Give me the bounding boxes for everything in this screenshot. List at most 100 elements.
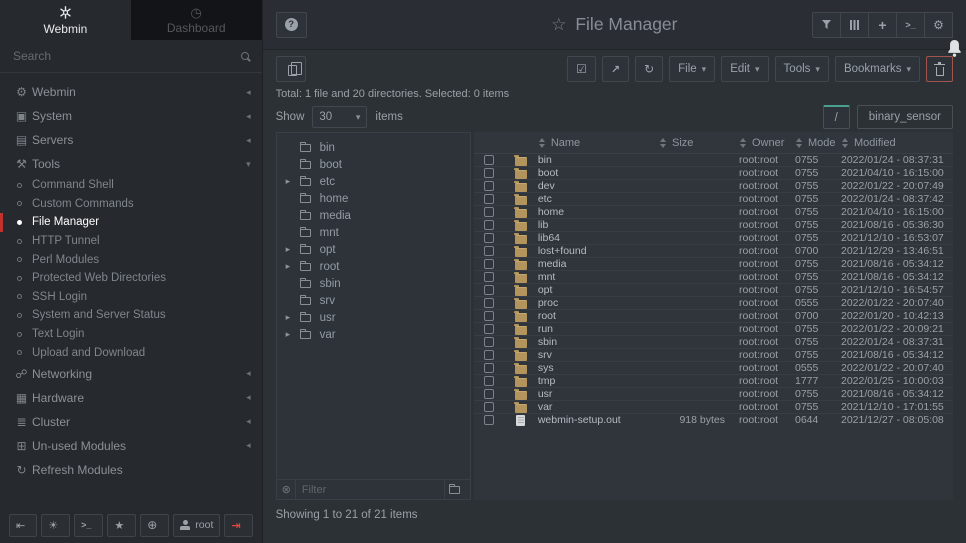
row-checkbox[interactable] — [484, 415, 494, 425]
row-checkbox[interactable] — [484, 285, 494, 295]
filter-button[interactable] — [812, 12, 841, 38]
row-name[interactable]: proc — [538, 297, 659, 309]
sync-button[interactable] — [635, 56, 663, 82]
row-name[interactable]: webmin-setup.out — [538, 414, 659, 426]
sidebar-item-webmin[interactable]: Webmin — [0, 80, 262, 104]
row-checkbox[interactable] — [484, 259, 494, 269]
row-name[interactable]: lib — [538, 219, 659, 231]
table-row-bin[interactable]: bin root:root 0755 2022/01/24 - 08:37:31 — [474, 154, 953, 166]
footer-button-root[interactable]: root — [173, 514, 220, 537]
sort-icon[interactable] — [795, 138, 803, 148]
sidebar-item-tools[interactable]: Tools — [0, 152, 262, 176]
tree-item-sbin[interactable]: sbin — [277, 275, 470, 292]
favorite-star-icon[interactable]: ☆ — [551, 15, 566, 35]
sidebar-item-custom-commands[interactable]: Custom Commands — [0, 195, 262, 214]
row-checkbox[interactable] — [484, 311, 494, 321]
select-all-button[interactable] — [567, 56, 596, 82]
table-row-usr[interactable]: usr root:root 0755 2021/08/16 - 05:34:12 — [474, 387, 953, 400]
tree-item-home[interactable]: home — [277, 190, 470, 207]
row-name[interactable]: mnt — [538, 271, 659, 283]
row-checkbox[interactable] — [484, 246, 494, 256]
column-mode[interactable]: Mode — [795, 137, 841, 149]
sidebar-item-protected-web-directories[interactable]: Protected Web Directories — [0, 269, 262, 288]
sort-icon[interactable] — [538, 138, 546, 148]
row-checkbox[interactable] — [484, 233, 494, 243]
row-checkbox[interactable] — [484, 207, 494, 217]
sidebar-item-servers[interactable]: Servers — [0, 128, 262, 152]
row-name[interactable]: sys — [538, 362, 659, 374]
row-name[interactable]: run — [538, 323, 659, 335]
table-row-home[interactable]: home root:root 0755 2021/04/10 - 16:15:0… — [474, 205, 953, 218]
sidebar-item-refresh-modules[interactable]: Refresh Modules — [0, 458, 262, 482]
row-name[interactable]: dev — [538, 180, 659, 192]
tree-item-bin[interactable]: bin — [277, 139, 470, 156]
clear-filter-icon[interactable]: ⊗ — [282, 483, 291, 496]
row-checkbox[interactable] — [484, 194, 494, 204]
expander-icon[interactable] — [286, 176, 297, 187]
row-checkbox[interactable] — [484, 220, 494, 230]
menu-button-tools[interactable]: Tools — [775, 56, 829, 82]
sidebar-item-system-and-server-status[interactable]: System and Server Status — [0, 306, 262, 325]
row-name[interactable]: media — [538, 258, 659, 270]
table-row-etc[interactable]: etc root:root 0755 2022/01/24 - 08:37:42 — [474, 192, 953, 205]
row-name[interactable]: bin — [538, 154, 659, 166]
footer-button-logout[interactable] — [224, 514, 252, 537]
row-checkbox[interactable] — [484, 168, 494, 178]
tree-item-mnt[interactable]: mnt — [277, 224, 470, 241]
tab-webmin[interactable]: Webmin — [0, 0, 131, 40]
footer-button-toggle-theme[interactable] — [41, 514, 70, 537]
expander-icon[interactable] — [286, 312, 297, 323]
tree-item-opt[interactable]: opt — [277, 241, 470, 258]
table-row-dev[interactable]: dev root:root 0755 2022/01/22 - 20:07:49 — [474, 179, 953, 192]
column-name[interactable]: Name — [538, 137, 659, 149]
column-modified[interactable]: Modified — [841, 137, 953, 149]
table-row-root[interactable]: root root:root 0700 2022/01/20 - 10:42:1… — [474, 309, 953, 322]
add-button[interactable] — [868, 12, 897, 38]
table-row-lost-found[interactable]: lost+found root:root 0700 2021/12/29 - 1… — [474, 244, 953, 257]
row-checkbox[interactable] — [484, 337, 494, 347]
table-row-proc[interactable]: proc root:root 0555 2022/01/22 - 20:07:4… — [474, 296, 953, 309]
table-row-sys[interactable]: sys root:root 0555 2022/01/22 - 20:07:40 — [474, 361, 953, 374]
row-checkbox[interactable] — [484, 324, 494, 334]
tree-item-etc[interactable]: etc — [277, 173, 470, 190]
row-checkbox[interactable] — [484, 389, 494, 399]
sidebar-item-upload-and-download[interactable]: Upload and Download — [0, 343, 262, 362]
table-row-lib64[interactable]: lib64 root:root 0755 2021/12/10 - 16:53:… — [474, 231, 953, 244]
expander-icon[interactable] — [286, 261, 297, 272]
tree-item-media[interactable]: media — [277, 207, 470, 224]
sidebar-item-system[interactable]: System — [0, 104, 262, 128]
settings-button[interactable] — [924, 12, 953, 38]
notifications-bell-icon[interactable] — [946, 39, 963, 61]
sidebar-item-command-shell[interactable]: Command Shell — [0, 176, 262, 195]
row-checkbox[interactable] — [484, 363, 494, 373]
footer-button-terminal[interactable] — [74, 514, 103, 537]
sort-icon[interactable] — [841, 138, 849, 148]
expander-icon[interactable] — [286, 244, 297, 255]
sidebar-item-cluster[interactable]: Cluster — [0, 410, 262, 434]
row-name[interactable]: tmp — [538, 375, 659, 387]
row-name[interactable]: boot — [538, 167, 659, 179]
help-button[interactable]: ? — [276, 12, 307, 38]
column-size[interactable]: Size — [659, 137, 739, 149]
sidebar-item-text-login[interactable]: Text Login — [0, 325, 262, 344]
breadcrumb-segment[interactable]: binary_sensor — [857, 105, 953, 129]
row-checkbox[interactable] — [484, 350, 494, 360]
row-name[interactable]: opt — [538, 284, 659, 296]
row-name[interactable]: sbin — [538, 336, 659, 348]
table-row-webmin-setup-out[interactable]: webmin-setup.out 918 bytes root:root 064… — [474, 413, 953, 426]
sort-icon[interactable] — [659, 138, 667, 148]
row-name[interactable]: etc — [538, 193, 659, 205]
row-checkbox[interactable] — [484, 155, 494, 165]
columns-button[interactable] — [840, 12, 869, 38]
tab-dashboard[interactable]: Dashboard — [131, 0, 262, 40]
copy-path-button[interactable] — [276, 56, 306, 82]
footer-button-favorites[interactable] — [107, 514, 136, 537]
table-row-lib[interactable]: lib root:root 0755 2021/08/16 - 05:36:30 — [474, 218, 953, 231]
search-input[interactable] — [13, 49, 241, 63]
row-checkbox[interactable] — [484, 272, 494, 282]
menu-button-file[interactable]: File — [669, 56, 715, 82]
share-button[interactable] — [602, 56, 629, 82]
breadcrumb-root[interactable]: / — [823, 105, 850, 129]
row-name[interactable]: lib64 — [538, 232, 659, 244]
row-name[interactable]: var — [538, 401, 659, 413]
